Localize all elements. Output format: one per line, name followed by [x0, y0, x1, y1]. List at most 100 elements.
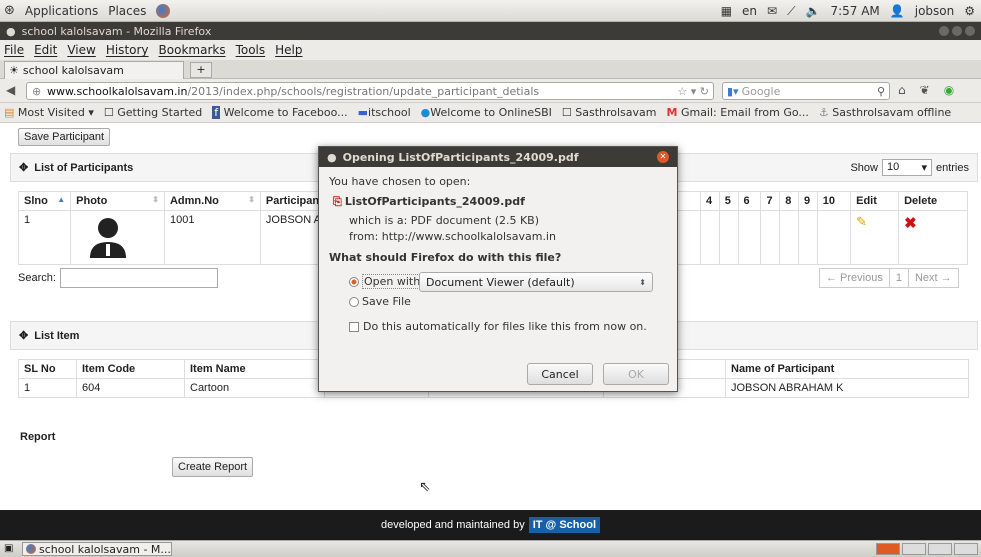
col-label: 5: [724, 195, 731, 207]
ubuntu-logo-icon[interactable]: ⊛: [4, 3, 15, 18]
bookmark-sasthrolsavam-offline[interactable]: ⚓ Sasthrolsavam offline: [819, 106, 951, 119]
bookmark-sasthrolsavam[interactable]: ☐ Sasthrolsavam: [562, 106, 657, 119]
col-7[interactable]: 7: [760, 191, 781, 211]
auto-label: Do this automatically for files like thi…: [363, 320, 647, 333]
save-participant-button[interactable]: Save Participant: [18, 128, 111, 146]
keyboard-layout[interactable]: en: [742, 4, 757, 18]
col-5[interactable]: 5: [718, 191, 739, 211]
panel-menu-places[interactable]: Places: [108, 4, 146, 18]
menu-history[interactable]: History: [106, 43, 149, 57]
col-6[interactable]: 6: [737, 191, 762, 211]
move-icon: ✥: [19, 330, 29, 342]
delete-icon[interactable]: ✖: [904, 215, 917, 232]
col-edit[interactable]: Edit: [850, 191, 900, 211]
maximize-icon[interactable]: [952, 26, 962, 36]
bottom-taskbar: ▣ school kalolsavam - M...: [0, 540, 981, 557]
workspace-switcher[interactable]: [876, 543, 978, 555]
clock[interactable]: 7:57 AM: [830, 4, 879, 18]
bookmark-getting-started[interactable]: ☐ Getting Started: [104, 106, 202, 119]
col-delete[interactable]: Delete: [898, 191, 968, 211]
col-photo[interactable]: Photo ⬍: [70, 191, 165, 211]
col-8[interactable]: 8: [779, 191, 799, 211]
previous-button[interactable]: ← Previous: [819, 268, 890, 288]
col-label: 7: [766, 195, 773, 207]
back-arrow-icon[interactable]: ◀: [6, 83, 15, 97]
google-icon[interactable]: ▮▾: [727, 85, 739, 98]
user-name[interactable]: jobson: [915, 4, 955, 18]
workspace-3[interactable]: [928, 543, 952, 555]
col-label: 8: [785, 195, 792, 207]
close-window-icon[interactable]: [965, 26, 975, 36]
menu-bookmarks[interactable]: Bookmarks: [159, 43, 226, 57]
show-desktop-icon[interactable]: ▣: [4, 543, 13, 554]
entries-label: entries: [935, 161, 969, 174]
footer-brand[interactable]: IT @ School: [528, 517, 601, 533]
firefox-launcher-icon[interactable]: [156, 3, 171, 18]
create-report-button[interactable]: Create Report: [172, 457, 254, 477]
open-with-label: Open with: [362, 274, 423, 289]
addon-icon[interactable]: ❦: [920, 83, 930, 97]
col-9[interactable]: 9: [797, 191, 818, 211]
menu-file[interactable]: File: [4, 43, 24, 57]
cell-code: 604: [76, 378, 185, 398]
col-slno[interactable]: Slno ▲: [17, 191, 72, 211]
bookmark-onlinesbi[interactable]: ●Welcome to OnlineSBI: [421, 106, 552, 119]
extension-icon[interactable]: ◉: [944, 83, 954, 97]
volume-icon[interactable]: 🔈: [806, 4, 821, 18]
edit-pencil-icon[interactable]: ✎: [856, 214, 867, 229]
workspace-1[interactable]: [876, 543, 900, 555]
dialog-menu-icon[interactable]: ●: [327, 151, 337, 164]
window-menu-icon[interactable]: ●: [6, 25, 16, 38]
url-bar[interactable]: ⊕ www.schoolkalolsavam.in /2013/index.ph…: [26, 82, 714, 100]
col-4[interactable]: 4: [699, 191, 720, 211]
auto-checkbox[interactable]: Do this automatically for files like thi…: [349, 320, 647, 333]
open-with-radio[interactable]: Open with: [349, 274, 423, 289]
reload-icon[interactable]: ☆ ▾ ↻: [677, 85, 709, 98]
col-name-of-participant: Name of Participant: [725, 359, 969, 379]
menu-help[interactable]: Help: [275, 43, 302, 57]
ok-button[interactable]: OK: [603, 363, 669, 385]
taskbar-window-button[interactable]: school kalolsavam - M...: [22, 542, 172, 556]
site-identity-icon[interactable]: ⊕: [32, 85, 41, 98]
cell-empty: [718, 210, 739, 265]
cancel-button[interactable]: Cancel: [527, 363, 593, 385]
workspace-4[interactable]: [954, 543, 978, 555]
bookmark-gmail[interactable]: M Gmail: Email from Go...: [667, 106, 809, 119]
dialog-close-icon[interactable]: ✕: [657, 151, 669, 163]
minimize-icon[interactable]: [939, 26, 949, 36]
mouse-cursor-icon: ⇖: [419, 479, 431, 495]
application-select[interactable]: Document Viewer (default) ⬍: [419, 272, 653, 292]
new-tab-button[interactable]: +: [190, 62, 212, 78]
tab-school-kalolsavam[interactable]: ☀ school kalolsavam: [4, 61, 184, 79]
table-search-input[interactable]: [59, 268, 218, 288]
keyboard-icon[interactable]: ▦: [721, 4, 732, 18]
entries-select[interactable]: 10 ▾: [881, 159, 932, 176]
col-label: Admn.No: [169, 195, 219, 207]
session-gear-icon[interactable]: ⚙: [964, 4, 975, 18]
col-10[interactable]: 10: [816, 191, 852, 211]
col-admn[interactable]: Admn.No ⬍: [163, 191, 261, 211]
menu-tools[interactable]: Tools: [236, 43, 266, 57]
save-file-radio[interactable]: Save File: [349, 295, 411, 308]
bookmark-label: Sasthrolsavam offline: [832, 106, 952, 119]
pdf-icon: ⎘: [333, 195, 342, 208]
search-icon[interactable]: ⚲: [877, 85, 885, 98]
bookmark-itschool[interactable]: ▬itschool: [358, 106, 411, 119]
dialog-filename-row: ⎘ ListOfParticipants_24009.pdf: [333, 195, 525, 209]
cell-empty: [699, 210, 720, 265]
network-icon[interactable]: ⟋: [787, 4, 795, 19]
home-icon[interactable]: ⌂: [898, 83, 906, 97]
dialog-question: What should Firefox do with this file?: [329, 251, 562, 264]
mail-icon[interactable]: ✉: [767, 4, 777, 18]
bookmark-most-visited[interactable]: ▤ Most Visited ▾: [4, 106, 94, 119]
menu-edit[interactable]: Edit: [34, 43, 57, 57]
entries-select-value: 10: [886, 161, 900, 173]
menu-view[interactable]: View: [67, 43, 95, 57]
bookmark-label: Gmail: Email from Go...: [680, 106, 809, 119]
search-input[interactable]: ▮▾ Google ⚲: [722, 82, 890, 100]
panel-menu-applications[interactable]: Applications: [25, 4, 98, 18]
bookmark-facebook[interactable]: f Welcome to Faceboo...: [212, 106, 348, 119]
workspace-2[interactable]: [902, 543, 926, 555]
page-1-button[interactable]: 1: [889, 268, 909, 288]
next-button[interactable]: Next →: [908, 268, 959, 288]
